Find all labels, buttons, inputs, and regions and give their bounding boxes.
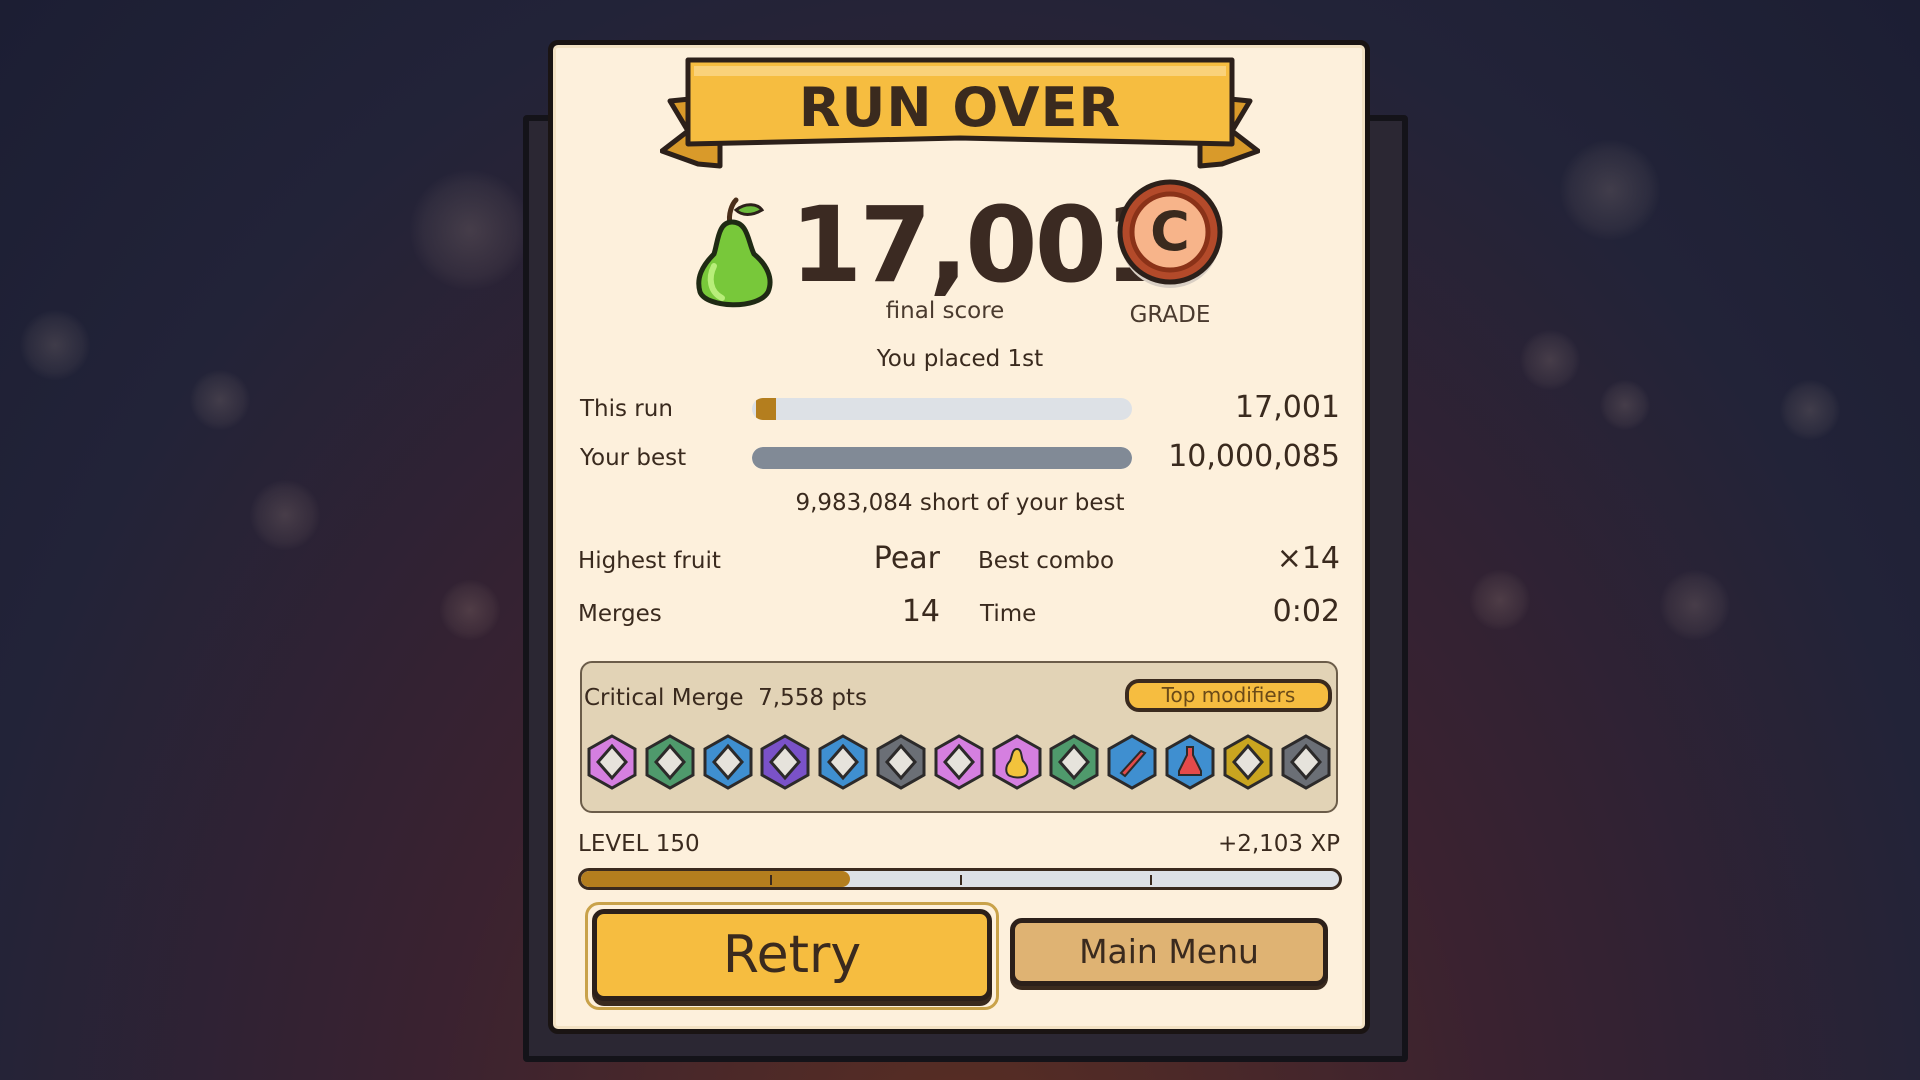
your-best-bar-fill <box>752 447 1132 469</box>
modifier-diamond-icon[interactable] <box>1279 733 1333 791</box>
modifier-diamond-icon[interactable] <box>816 733 870 791</box>
modifier-diamond-icon[interactable] <box>932 733 986 791</box>
level-label: LEVEL 150 <box>578 831 700 857</box>
modifier-diamond-icon[interactable] <box>643 733 697 791</box>
pear-icon <box>696 197 773 308</box>
short-of-best-text: 9,983,084 short of your best <box>795 490 1125 516</box>
modifier-potion-icon[interactable] <box>1163 733 1217 791</box>
placement-text: You placed 1st <box>876 346 1044 372</box>
your-best-label: Your best <box>580 445 687 471</box>
grade-label: GRADE <box>1129 302 1211 328</box>
xp-progress-fill <box>581 871 851 887</box>
xp-tick <box>960 875 962 885</box>
highest-fruit-value: Pear <box>873 541 940 576</box>
this-run-label: This run <box>580 396 673 422</box>
highest-fruit-label: Highest fruit <box>578 548 721 574</box>
this-run-bar-fill <box>756 398 776 420</box>
page-title: RUN OVER <box>798 76 1122 139</box>
top-modifiers-button[interactable]: Top modifiers <box>1125 679 1332 712</box>
xp-gain: +2,103 XP <box>1217 831 1340 857</box>
main-menu-button[interactable]: Main Menu <box>1010 918 1328 986</box>
modifier-diamond-icon[interactable] <box>585 733 639 791</box>
time-label: Time <box>980 601 1037 627</box>
time-value: 0:02 <box>1272 594 1340 629</box>
modifier-diamond-icon[interactable] <box>758 733 812 791</box>
best-combo-label: Best combo <box>978 548 1115 574</box>
xp-tick <box>1150 875 1152 885</box>
your-best-value: 10,000,085 <box>1168 439 1340 474</box>
modifier-pear-icon[interactable] <box>990 733 1044 791</box>
grade-letter: C <box>1150 200 1190 263</box>
best-combo-value: ×14 <box>1276 541 1340 576</box>
modifier-icons <box>585 733 1335 791</box>
merges-label: Merges <box>578 601 662 627</box>
this-run-value: 17,001 <box>1235 390 1340 425</box>
final-score: 17,001 <box>790 184 1176 306</box>
modifier-diamond-icon[interactable] <box>874 733 928 791</box>
xp-progress-bar <box>578 868 1342 890</box>
modifier-sword-icon[interactable] <box>1105 733 1159 791</box>
modifier-diamond-icon[interactable] <box>1047 733 1101 791</box>
modifiers-title: Critical Merge 7,558 pts <box>584 685 867 711</box>
retry-button[interactable]: Retry <box>592 909 992 1001</box>
merges-value: 14 <box>901 594 940 629</box>
xp-tick <box>770 875 772 885</box>
modifier-diamond-icon[interactable] <box>701 733 755 791</box>
final-score-label: final score <box>885 298 1005 324</box>
modifier-diamond-icon[interactable] <box>1221 733 1275 791</box>
this-run-bar <box>752 398 1132 420</box>
your-best-bar <box>752 447 1132 469</box>
